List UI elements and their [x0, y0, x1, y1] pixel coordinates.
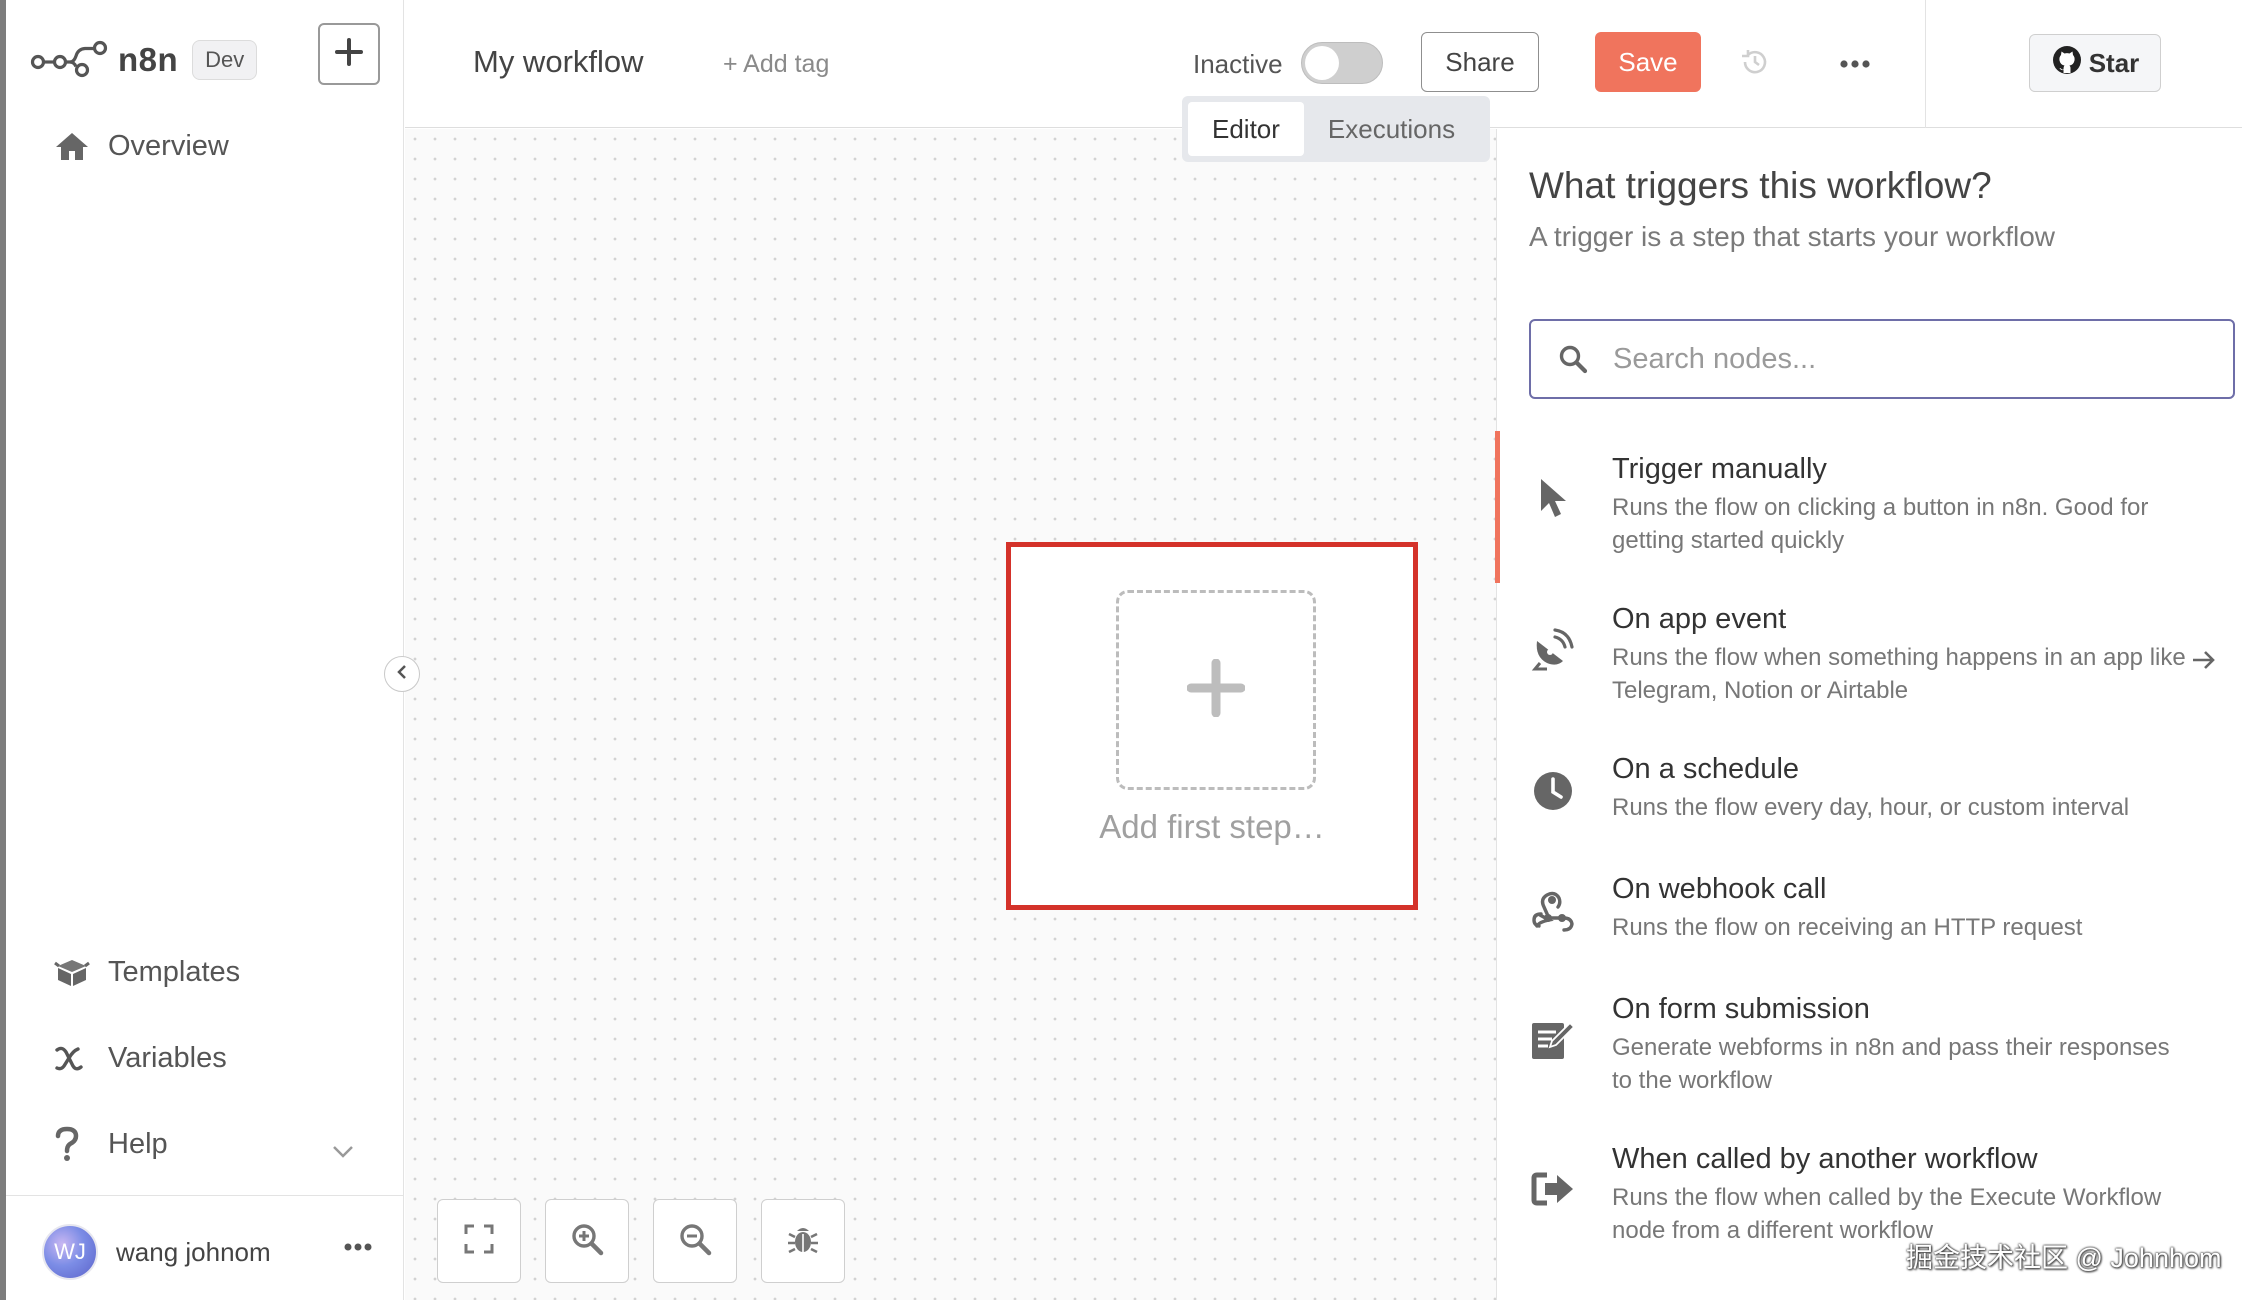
- zoom-out-button[interactable]: [653, 1199, 737, 1283]
- tab-executions[interactable]: Executions: [1304, 102, 1479, 156]
- toggle-knob: [1305, 46, 1339, 80]
- fit-view-icon: [463, 1223, 495, 1260]
- watermark-text: 掘金技术社区 @ Johnhom: [1906, 1243, 2222, 1273]
- add-tag-link[interactable]: + Add tag: [723, 50, 829, 79]
- form-icon: [1529, 1015, 1577, 1063]
- node-item-on-webhook-call[interactable]: On webhook call Runs the flow on receivi…: [1497, 873, 2242, 941]
- node-description: Runs the flow every day, hour, or custom…: [1612, 794, 2130, 821]
- bug-icon: [786, 1222, 820, 1261]
- node-description: Runs the flow when something happens in …: [1612, 644, 2186, 704]
- avatar: WJ: [42, 1224, 98, 1280]
- home-icon: [54, 126, 102, 166]
- node-description: Runs the flow on receiving an HTTP reque…: [1612, 914, 2083, 941]
- node-item-on-a-schedule[interactable]: On a schedule Runs the flow every day, h…: [1497, 753, 2242, 821]
- more-horizontal-icon: [1840, 55, 1870, 73]
- node-name: Trigger manually: [1612, 453, 1827, 485]
- more-horizontal-icon[interactable]: [344, 1238, 372, 1256]
- nav-item-variables[interactable]: Variables: [54, 1038, 227, 1078]
- add-first-step-label: Add first step…: [1099, 808, 1325, 845]
- sign-in-icon: [1529, 1165, 1577, 1213]
- add-workflow-button[interactable]: [318, 23, 380, 85]
- header-divider: [1925, 0, 1926, 128]
- sidebar: n8n Dev Overview Templates Variables Hel…: [6, 0, 404, 1300]
- github-star-button[interactable]: Star: [2029, 34, 2161, 92]
- plus-icon: [334, 37, 364, 72]
- chevron-left-icon: [396, 664, 408, 685]
- panel-title: What triggers this workflow?: [1529, 165, 1992, 206]
- logo-text: n8n: [118, 41, 179, 78]
- node-name: When called by another workflow: [1612, 1143, 2038, 1175]
- workflow-name[interactable]: My workflow: [473, 44, 644, 80]
- plus-icon: [1186, 658, 1246, 722]
- nav-label-variables: Variables: [108, 1041, 227, 1074]
- zoom-out-icon: [678, 1222, 712, 1261]
- active-toggle[interactable]: [1301, 42, 1383, 84]
- debug-button[interactable]: [761, 1199, 845, 1283]
- nav-label-overview: Overview: [108, 129, 229, 162]
- webhook-icon: [1529, 887, 1577, 935]
- collapse-sidebar-button[interactable]: [384, 656, 420, 692]
- history-button[interactable]: [1735, 44, 1775, 84]
- search-input[interactable]: [1613, 342, 2213, 376]
- app-root: n8n Dev Overview Templates Variables Hel…: [0, 0, 2242, 1300]
- node-item-on-form-submission[interactable]: On form submission Generate webforms in …: [1497, 993, 2242, 1094]
- view-tabs: Editor Executions: [1182, 96, 1490, 162]
- share-button[interactable]: Share: [1421, 32, 1539, 92]
- node-name: On app event: [1612, 603, 1787, 635]
- satellite-dish-icon: [1529, 625, 1577, 673]
- save-button[interactable]: Save: [1595, 32, 1701, 92]
- arrow-right-icon: [2191, 649, 2217, 676]
- zoom-in-icon: [570, 1222, 604, 1261]
- logo[interactable]: n8n Dev: [30, 30, 258, 90]
- question-icon: [54, 1124, 102, 1164]
- user-name: wang johnom: [116, 1236, 271, 1267]
- star-label: Star: [2088, 47, 2140, 78]
- cursor-icon: [1529, 475, 1577, 523]
- nav-item-templates[interactable]: Templates: [54, 952, 240, 992]
- node-item-on-app-event[interactable]: On app event Runs the flow when somethin…: [1497, 603, 2242, 704]
- workflow-menu-button[interactable]: [1833, 44, 1877, 84]
- tab-editor[interactable]: Editor: [1188, 102, 1304, 156]
- zoom-in-button[interactable]: [545, 1199, 629, 1283]
- node-item-trigger-manually[interactable]: Trigger manually Runs the flow on clicki…: [1497, 453, 2242, 554]
- nav-item-overview[interactable]: Overview: [54, 126, 229, 166]
- active-status-label: Inactive: [1193, 49, 1283, 79]
- github-icon: [2051, 44, 2089, 83]
- history-icon: [1739, 46, 1771, 83]
- n8n-logo-icon: [30, 30, 110, 90]
- node-description: Generate webforms in n8n and pass their …: [1612, 1034, 2170, 1094]
- nav-label-templates: Templates: [108, 955, 241, 988]
- sidebar-divider: [6, 1195, 404, 1196]
- search-icon: [1555, 341, 1591, 377]
- node-name: On a schedule: [1612, 753, 1800, 785]
- nav-item-help[interactable]: Help: [54, 1124, 354, 1164]
- box-open-icon: [54, 952, 102, 992]
- nav-label-help: Help: [108, 1127, 168, 1160]
- panel-subtitle: A trigger is a step that starts your wor…: [1529, 221, 2055, 252]
- node-item-called-by-another-workflow[interactable]: When called by another workflow Runs the…: [1497, 1143, 2242, 1244]
- chevron-down-icon[interactable]: [332, 1134, 354, 1167]
- trigger-panel: What triggers this workflow? A trigger i…: [1495, 129, 2242, 1300]
- node-description: Runs the flow on clicking a button in n8…: [1612, 494, 2149, 554]
- user-menu[interactable]: WJ wang johnom: [42, 1224, 372, 1280]
- add-first-step-button[interactable]: [1116, 590, 1316, 790]
- node-name: On webhook call: [1612, 873, 1827, 905]
- search-field[interactable]: [1529, 319, 2235, 399]
- env-badge: Dev: [192, 40, 258, 80]
- clock-icon: [1529, 767, 1577, 815]
- variable-icon: [54, 1038, 102, 1078]
- node-name: On form submission: [1612, 993, 1870, 1025]
- fit-view-button[interactable]: [437, 1199, 521, 1283]
